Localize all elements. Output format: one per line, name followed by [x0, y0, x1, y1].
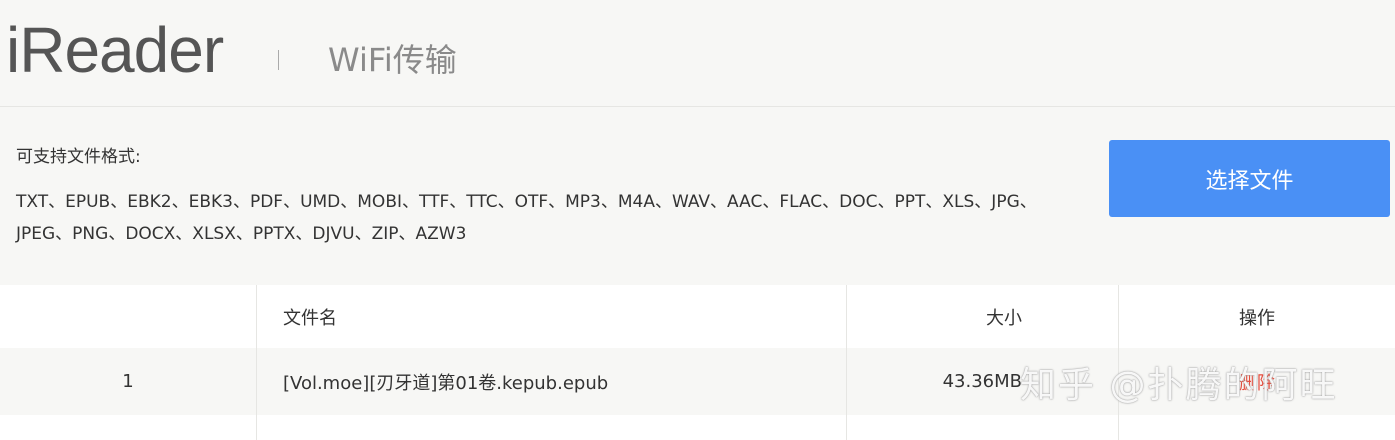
row-size [846, 415, 1118, 440]
table-row [0, 415, 1395, 440]
delete-link[interactable]: 删除 [1239, 369, 1275, 395]
header-divider [278, 50, 279, 70]
table-row: 1 [Vol.moe][刃牙道]第01卷.kepub.epub 43.36MB … [0, 348, 1395, 415]
row-index: 1 [122, 371, 134, 392]
row-index [0, 415, 256, 440]
page-title: WiFi传输 [328, 41, 457, 79]
header-index [0, 285, 256, 348]
table-header-row: 文件名 大小 操作 [0, 285, 1395, 348]
header: iReader WiFi传输 [0, 0, 1395, 107]
supported-formats-label: 可支持文件格式: [16, 147, 141, 167]
row-size: 43.36MB [846, 348, 1118, 415]
header-size: 大小 [846, 285, 1118, 348]
supported-formats-list: TXT、EPUB、EBK2、EBK3、PDF、UMD、MOBI、TTF、TTC、… [16, 192, 1037, 244]
file-table: 文件名 大小 操作 1 [Vol.moe][刃牙道]第01卷.kepub.epu… [0, 285, 1395, 440]
app-logo: iReader [6, 14, 224, 86]
row-operation [1118, 415, 1395, 440]
row-filename [256, 415, 846, 440]
select-file-button[interactable]: 选择文件 [1109, 140, 1390, 217]
header-operation: 操作 [1118, 285, 1395, 348]
row-filename: [Vol.moe][刃牙道]第01卷.kepub.epub [256, 348, 846, 415]
header-filename: 文件名 [256, 285, 846, 348]
row-operation: 删除 [1118, 348, 1395, 415]
